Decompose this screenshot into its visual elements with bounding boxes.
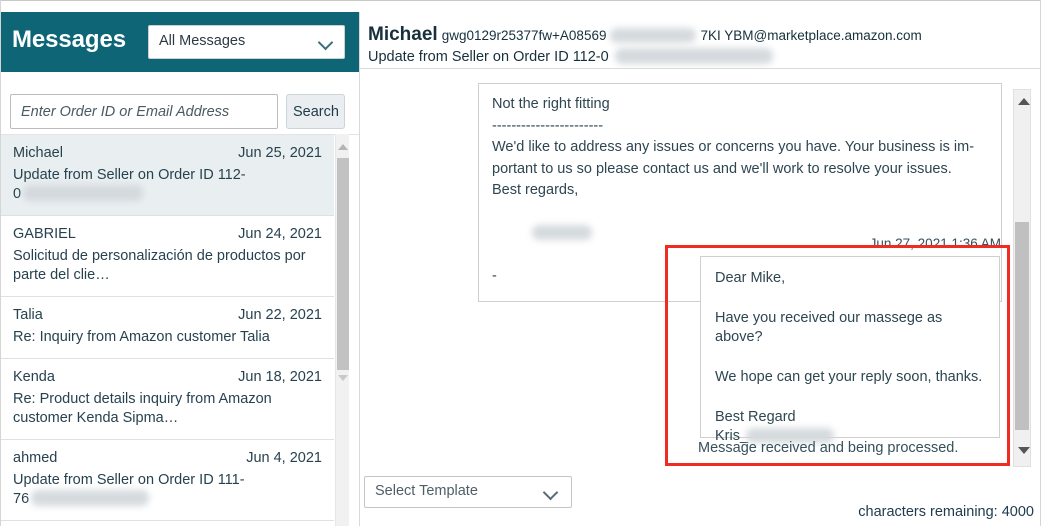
list-item[interactable]: Michael Jun 25, 2021 Update from Seller on… [1,135,334,216]
list-item-date: Jun 18, 2021 [238,369,322,385]
conversation-subject: Update from Seller on Order ID 112-0 [368,48,773,65]
conversation-header: Michael gwg0129r25377fw+A08569 7KI YBM@mar… [360,12,1040,69]
incoming-line-4: Best regards, [492,182,579,198]
template-dropdown-value: Select Template [375,483,478,499]
list-item-subject-text: Re: Product details inquiry from Amazon … [13,391,272,426]
list-item-sender: ahmed [13,450,58,466]
message-filter-value: All Messages [159,33,246,49]
compose-area: Select Template characters remaining: 40… [360,467,1040,526]
outgoing-line-3: We hope can get your reply soon, thanks. [715,369,983,385]
redaction-block [610,28,697,43]
list-item-date: Jun 25, 2021 [238,145,322,161]
list-item-subject-text: Update from Seller on Order ID 112- [13,167,246,183]
incoming-divider: ----------------------- [492,117,604,134]
list-item-subject: Re: Inquiry from Amazon customer Talia [13,328,322,347]
scroll-down-arrow-icon[interactable] [338,375,348,381]
list-item[interactable]: GABRIEL Jun 24, 2021 Solicitud de personal… [1,216,334,297]
outgoing-line-1: Dear Mike, [715,270,786,286]
message-filter-dropdown[interactable]: All Messages [148,25,345,59]
conversation-thread[interactable]: Not the right fitting ------------------… [360,69,1040,467]
chevron-down-icon [545,486,557,498]
outgoing-line-2: Have you received our massege as above? [715,310,943,345]
participant-name: Michael [368,24,438,45]
outgoing-line-4: Best Regard [715,409,796,425]
list-item-sender: Michael [13,145,63,161]
messages-header: Messages All Messages [1,12,359,72]
scroll-up-arrow-icon[interactable] [1018,98,1030,105]
redaction-block [614,48,773,64]
list-item-date: Jun 4, 2021 [246,450,322,466]
list-item-header: Talia Jun 22, 2021 [13,307,322,325]
conversation-subject-text: Update from Seller on Order ID 112-0 [368,49,609,65]
search-button[interactable]: Search [286,94,345,129]
list-item-header: GABRIEL Jun 24, 2021 [13,226,322,244]
search-row: Search [1,72,359,132]
search-input[interactable] [10,94,278,129]
participant-address-part1: gwg0129r25377fw+A08569 [441,28,607,43]
message-list[interactable]: Michael Jun 25, 2021 Update from Seller on… [1,134,359,526]
list-item-subject-text: Update from Seller on Order ID 111- [13,472,245,488]
list-item-date: Jun 24, 2021 [238,226,322,242]
page-title: Messages [12,26,126,53]
message-list-scrollbar[interactable] [335,134,349,526]
list-item-subject: Re: Product details inquiry from Amazon … [13,390,322,428]
conversation-scrollbar[interactable] [1013,89,1031,467]
messaging-app: Messages All Messages Search Michael Jun … [0,0,1041,526]
outgoing-message-bubble: Dear Mike, Have you received our massege… [700,256,1000,444]
list-item[interactable]: Talia Jun 22, 2021 Re: Inquiry from Amazon… [1,297,334,359]
list-item-subject-suffix: 76 [13,491,30,507]
redaction-block [31,490,150,506]
conversation-participant: Michael gwg0129r25377fw+A08569 7KI YBM@mar… [368,24,922,46]
list-item-date: Jun 22, 2021 [238,307,322,323]
scrollbar-thumb[interactable] [337,158,349,370]
list-item-sender: Kenda [13,369,55,385]
template-dropdown[interactable]: Select Template [364,476,572,508]
scroll-up-arrow-icon[interactable] [338,144,348,150]
list-item-sender: GABRIEL [13,226,76,242]
message-status: Message received and being processed. [698,440,959,456]
list-item-subject: Solicitud de personalización de producto… [13,247,322,285]
window-top-border [0,0,1041,1]
list-item[interactable]: Kenda Jun 18, 2021 Re: Product details inq… [1,359,334,440]
incoming-line-1: Not the right fitting [492,96,610,112]
list-item-header: Kenda Jun 18, 2021 [13,369,322,387]
list-item-subject-text: Solicitud de personalización de producto… [13,248,306,283]
scroll-down-arrow-icon[interactable] [1018,447,1030,454]
conversation-panel: Michael gwg0129r25377fw+A08569 7KI YBM@mar… [360,12,1040,526]
characters-remaining-label: characters remaining: 4000 [858,504,1034,520]
chevron-down-icon [320,36,332,48]
list-item[interactable]: ahmed Jun 4, 2021 Update from Seller on Or… [1,440,334,521]
participant-address-part2: 7KI YBM@marketplace.amazon.com [700,28,922,43]
list-item-subject-suffix: 0 [13,186,22,202]
redaction-block [23,185,144,201]
list-item-subject-text: Re: Inquiry from Amazon customer Talia [13,329,270,345]
list-item-header: Michael Jun 25, 2021 [13,145,322,163]
list-item-subject: Update from Seller on Order ID 111- 76 [13,471,322,509]
incoming-line-3: portant to us so please contact us and w… [492,160,952,177]
messages-panel: Messages All Messages Search Michael Jun … [1,12,359,526]
incoming-line-2: We'd like to address any issues or conce… [492,139,975,155]
list-item-header: ahmed Jun 4, 2021 [13,450,322,468]
scrollbar-thumb[interactable] [1015,222,1029,430]
list-item-subject: Update from Seller on Order ID 112- 0 [13,166,322,204]
list-item-sender: Talia [13,307,43,323]
